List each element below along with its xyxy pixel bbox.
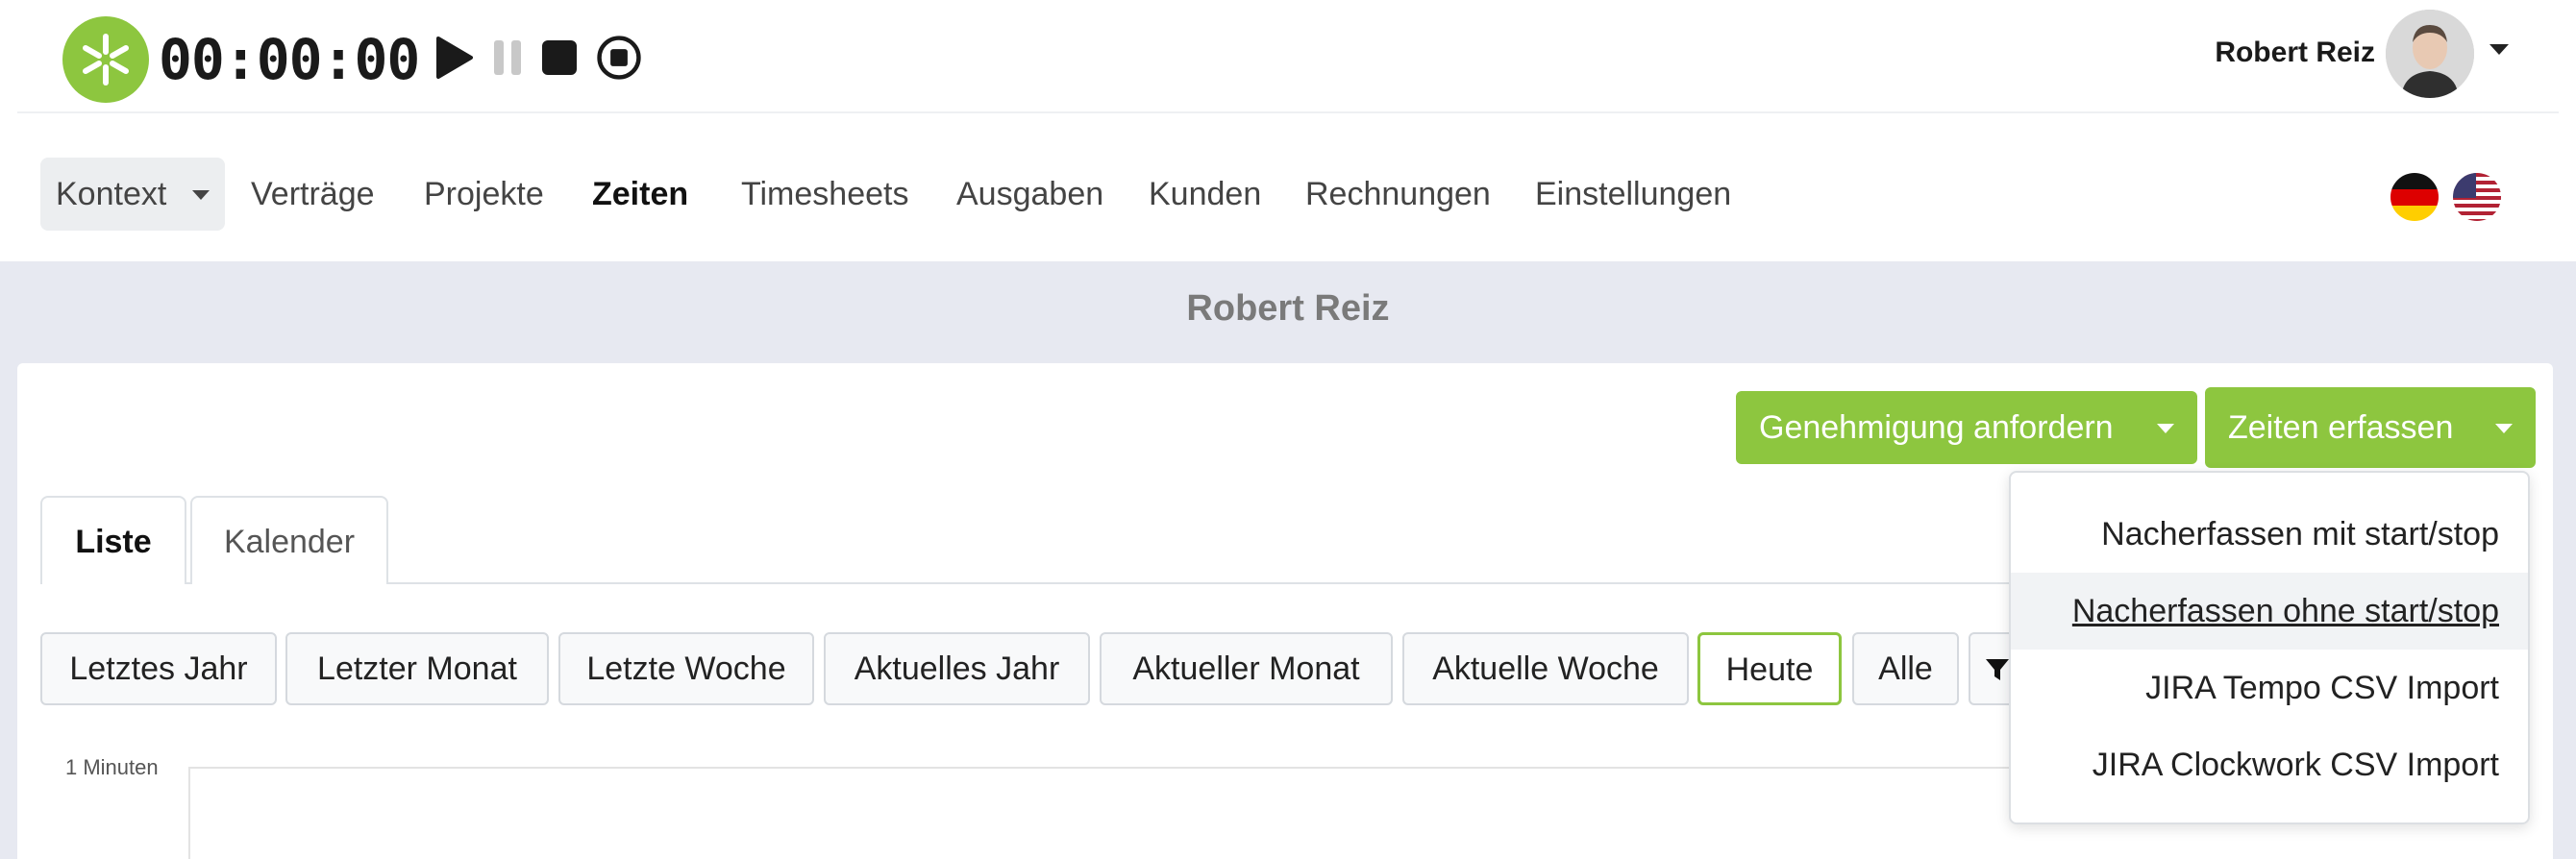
play-icon — [436, 37, 473, 79]
user-menu-chevron-down-icon[interactable] — [2489, 44, 2509, 55]
nav-item-ausgaben[interactable]: Ausgaben — [956, 158, 1103, 231]
record-times-dropdown-menu: Nacherfassen mit start/stop Nacherfassen… — [2009, 471, 2530, 824]
timer-display: 00:00:00 — [159, 27, 420, 92]
record-button[interactable] — [596, 35, 642, 81]
nav-item-rechnungen[interactable]: Rechnungen — [1305, 158, 1491, 231]
pause-icon — [494, 40, 521, 75]
stop-button[interactable] — [536, 35, 582, 81]
chevron-down-icon — [2157, 424, 2174, 433]
pause-button[interactable] — [484, 35, 531, 81]
chart-y-axis — [188, 767, 190, 859]
page-title: Robert Reiz — [1186, 288, 1390, 329]
user-avatar-icon — [2386, 10, 2474, 98]
filter-aktueller-monat[interactable]: Aktueller Monat — [1100, 632, 1393, 705]
menu-item-jira-tempo-csv-import[interactable]: JIRA Tempo CSV Import — [2011, 650, 2528, 726]
nav-item-projekte[interactable]: Projekte — [424, 158, 544, 231]
record-stop-icon — [597, 36, 641, 80]
play-button[interactable] — [431, 35, 477, 81]
chart-y-axis-label: 1 Minuten — [65, 755, 159, 779]
user-name[interactable]: Robert Reiz — [2215, 34, 2375, 72]
tab-kalender[interactable]: Kalender — [190, 496, 388, 584]
chevron-down-icon — [2495, 424, 2513, 433]
filter-aktuelles-jahr[interactable]: Aktuelles Jahr — [824, 632, 1090, 705]
menu-item-nacherfassen-mit-start-stop[interactable]: Nacherfassen mit start/stop — [2011, 496, 2528, 573]
chevron-down-icon — [192, 190, 210, 200]
request-approval-button[interactable]: Genehmigung anfordern — [1736, 391, 2197, 464]
us-flag-icon[interactable] — [2453, 173, 2501, 221]
filter-letztes-jahr[interactable]: Letztes Jahr — [40, 632, 277, 705]
filter-letzte-woche[interactable]: Letzte Woche — [558, 632, 814, 705]
nav-item-timesheets[interactable]: Timesheets — [741, 158, 908, 231]
nav-item-kunden[interactable]: Kunden — [1149, 158, 1261, 231]
nav-item-einstellungen[interactable]: Einstellungen — [1535, 158, 1731, 231]
german-flag-icon[interactable] — [2390, 173, 2439, 221]
nav-item-label: Kontext — [56, 176, 167, 212]
menu-item-nacherfassen-ohne-start-stop[interactable]: Nacherfassen ohne start/stop — [2011, 573, 2528, 650]
record-times-button[interactable]: Zeiten erfassen — [2205, 387, 2536, 468]
stop-icon — [542, 40, 577, 75]
logo-icon — [83, 34, 129, 86]
filter-letzter-monat[interactable]: Letzter Monat — [285, 632, 549, 705]
chart-gridline — [188, 767, 2015, 769]
app-logo[interactable] — [62, 16, 149, 103]
record-times-label: Zeiten erfassen — [2228, 409, 2454, 446]
menu-item-jira-clockwork-csv-import[interactable]: JIRA Clockwork CSV Import — [2011, 726, 2528, 803]
tab-liste[interactable]: Liste — [40, 496, 186, 584]
filter-aktuelle-woche[interactable]: Aktuelle Woche — [1402, 632, 1689, 705]
filter-funnel-icon — [1986, 659, 2009, 680]
nav-item-zeiten[interactable]: Zeiten — [592, 158, 688, 231]
filter-heute[interactable]: Heute — [1697, 632, 1842, 705]
nav-item-vertraege[interactable]: Verträge — [251, 158, 375, 231]
filter-alle[interactable]: Alle — [1852, 632, 1959, 705]
top-bar-divider — [17, 111, 2559, 113]
avatar[interactable] — [2386, 10, 2474, 98]
nav-kontext-dropdown[interactable]: Kontext — [40, 158, 225, 231]
request-approval-label: Genehmigung anfordern — [1759, 409, 2114, 446]
